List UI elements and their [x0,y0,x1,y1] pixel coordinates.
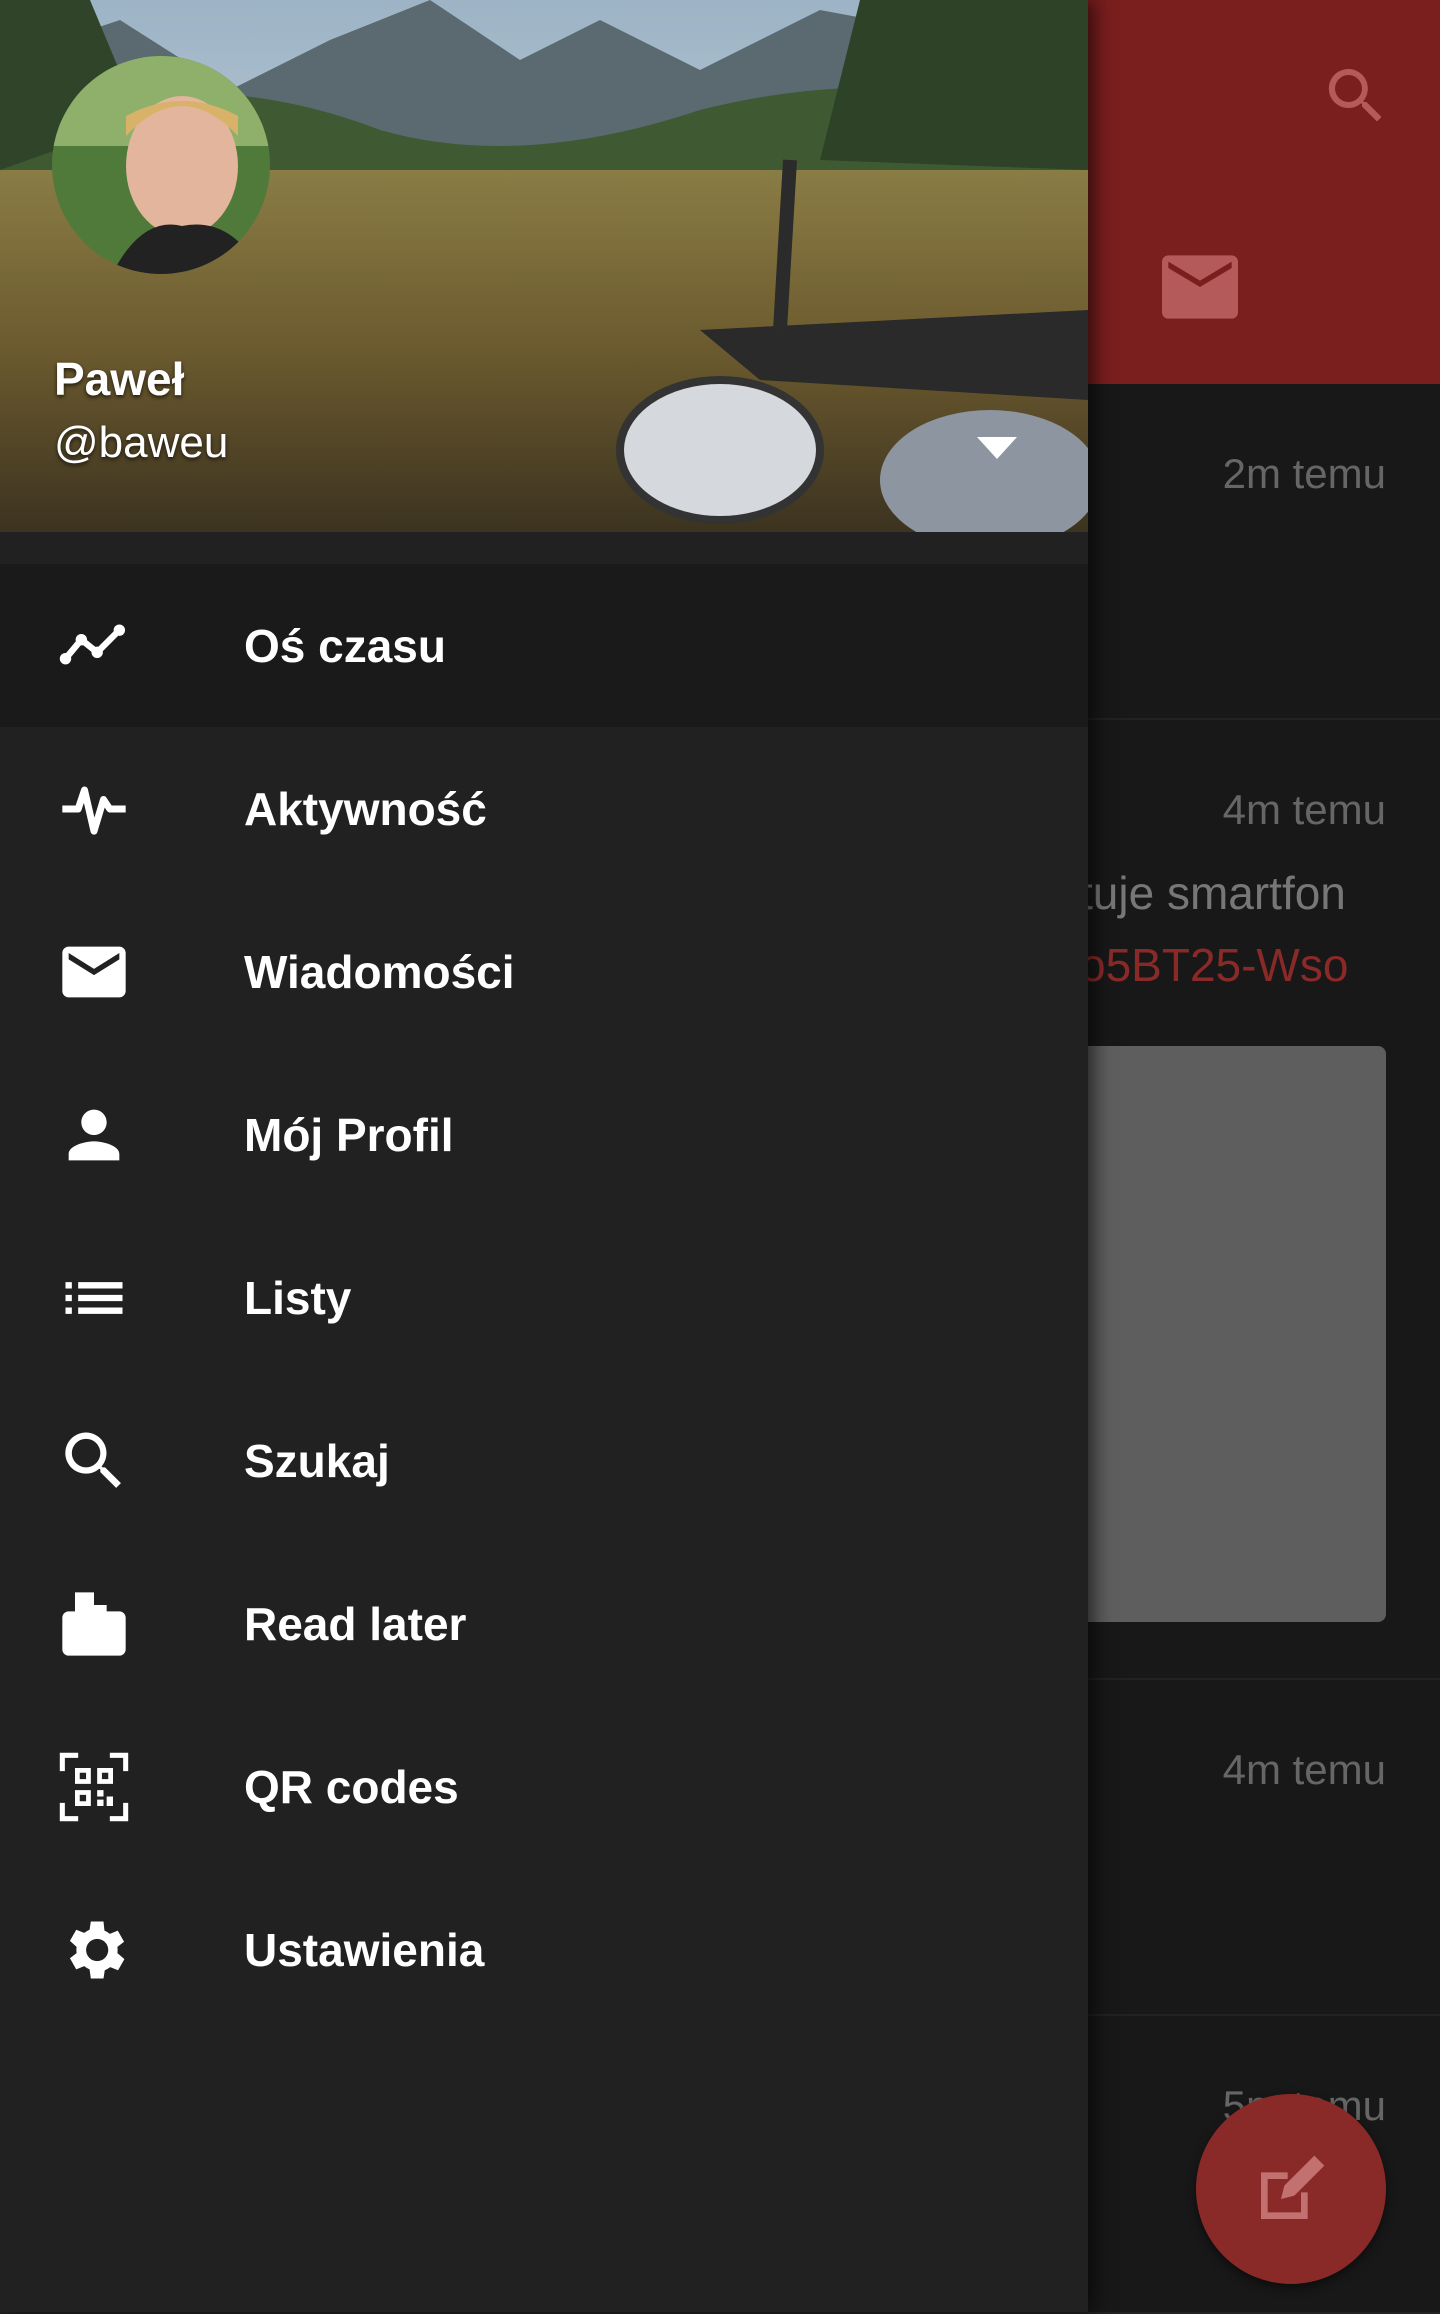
avatar[interactable] [52,56,270,274]
menu-item-profile[interactable]: Mój Profil [0,1053,1088,1216]
menu-item-label: Ustawienia [244,1923,485,1976]
search-icon [56,1423,132,1499]
menu-item-timeline[interactable]: Oś czasu [0,564,1088,727]
drawer-header: Paweł @baweu [0,0,1088,532]
timestamp: 4m temu [1222,786,1386,833]
settings-icon [56,1912,132,1988]
menu-item-settings[interactable]: Ustawienia [0,1868,1088,2031]
search-icon[interactable] [1320,60,1392,132]
navigation-drawer: Paweł @baweu Oś czasu Aktywność Wiadomoś… [0,0,1088,2312]
menu-item-label: Oś czasu [244,619,446,672]
post-link[interactable]: o5BT25-Wso [1080,938,1348,992]
user-handle: @baweu [54,418,229,467]
person-icon [56,1097,132,1173]
media-preview[interactable] [1040,1046,1386,1622]
menu-item-read-later[interactable]: Read later [0,1542,1088,1705]
menu-item-label: Listy [244,1271,352,1324]
chevron-down-icon[interactable] [972,432,1022,462]
drawer-menu: Oś czasu Aktywność Wiadomości Mój Profil [0,564,1088,2031]
post-text: tuje smartfon [1080,867,1346,919]
menu-item-label: Read later [244,1597,467,1650]
list-icon [56,1260,132,1336]
menu-item-label: Szukaj [244,1434,390,1487]
menu-item-label: QR codes [244,1760,459,1813]
timeline-icon [56,608,132,684]
menu-item-label: Aktywność [244,782,487,835]
menu-item-activity[interactable]: Aktywność [0,727,1088,890]
menu-item-messages[interactable]: Wiadomości [0,890,1088,1053]
qr-code-icon [56,1749,132,1825]
mail-icon [56,934,132,1010]
compose-fab[interactable] [1196,2094,1386,2284]
timestamp: 2m temu [1222,450,1386,497]
activity-icon [56,771,132,847]
timestamp: 4m temu [1222,1746,1386,1793]
user-name: Paweł [54,353,185,405]
compose-icon [1261,2155,1325,2219]
menu-item-search[interactable]: Szukaj [0,1379,1088,1542]
menu-item-lists[interactable]: Listy [0,1216,1088,1379]
menu-item-label: Wiadomości [244,945,515,998]
menu-item-label: Mój Profil [244,1108,454,1161]
read-later-icon [56,1586,132,1662]
menu-item-qr-codes[interactable]: QR codes [0,1705,1088,1868]
mail-icon[interactable] [1162,255,1238,319]
